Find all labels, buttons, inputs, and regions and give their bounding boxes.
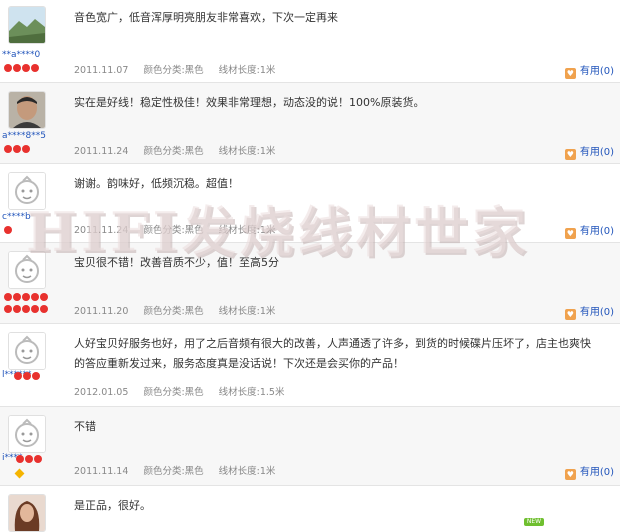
review-length: 线材长度:1米 <box>218 306 276 317</box>
thumbs-up-icon: ♥ <box>564 68 576 79</box>
useful-button[interactable]: ♥ 有用(0) <box>564 303 614 320</box>
review-meta: 2011.11.07 颜色分类:黑色 线材长度:1米 <box>74 62 287 76</box>
reviewer-rank-diamond <box>4 467 64 479</box>
useful-label: 有用(0) <box>579 307 614 318</box>
useful-label: 有用(0) <box>579 147 614 158</box>
review-content: 音色宽广，低音浑厚明亮朋友非常喜欢，下次一定再来 <box>74 11 338 24</box>
review-color: 颜色分类:黑色 <box>143 225 204 236</box>
review-length: 线材长度:1米 <box>218 146 276 157</box>
avatar[interactable] <box>8 251 46 289</box>
thumbs-up-icon: ♥ <box>564 469 576 480</box>
useful-label: 有用(0) <box>579 66 614 77</box>
avatar[interactable] <box>8 415 46 453</box>
thumbs-up-icon: ♥ <box>564 309 576 320</box>
review-date: 2011.11.14 <box>74 466 129 477</box>
review-content: 人好宝贝好服务也好，用了之后音频有很大的改善，人声通透了许多，到货的时候碟片压坏… <box>74 337 591 370</box>
avatar[interactable] <box>8 332 46 370</box>
review-row: i**** 不错 2011.11.14 颜色分类:黑色 线材长度:1米 ♥ 有用(… <box>0 407 620 486</box>
review-color: 颜色分类:黑色 <box>143 65 204 76</box>
review-date: 2012.01.05 <box>74 387 129 398</box>
review-date: 2011.11.24 <box>74 146 129 157</box>
review-length: 线材长度:1米 <box>218 225 276 236</box>
avatar[interactable] <box>8 494 46 532</box>
review-date: 2011.11.20 <box>74 306 129 317</box>
review-row: c****b 谢谢。韵味好，低频沉稳。超值！ 2011.11.24 颜色分类:黑… <box>0 164 620 243</box>
review-content: 实在是好线！稳定性极佳！效果非常理想，动态没的说！100%原装货。 <box>74 96 425 109</box>
reviewer-rank <box>4 305 64 315</box>
review-content: 宝贝很不错！改善音质不少，值！至高5分 <box>74 256 279 269</box>
reviewer-rank <box>16 455 76 465</box>
reviewer-rank <box>4 293 64 303</box>
review-color: 颜色分类:黑色 <box>143 306 204 317</box>
review-length: 线材长度:1.5米 <box>218 387 285 398</box>
review-row: **a****0 音色宽广，低音浑厚明亮朋友非常喜欢，下次一定再来 2011.1… <box>0 0 620 83</box>
thumbs-up-icon: ♥ <box>564 149 576 160</box>
reviewer-rank <box>4 145 64 155</box>
review-date: 2011.11.07 <box>74 65 129 76</box>
review-meta: 2011.11.24 颜色分类:黑色 线材长度:1米 <box>74 222 287 236</box>
review-row: a****8**5 实在是好线！稳定性极佳！效果非常理想，动态没的说！100%原… <box>0 83 620 164</box>
review-meta: 2011.11.14 颜色分类:黑色 线材长度:1米 <box>74 463 287 477</box>
review-content: 不错 <box>74 420 96 433</box>
reviewer-rank <box>4 226 64 236</box>
useful-label: 有用(0) <box>579 467 614 478</box>
avatar[interactable] <box>8 172 46 210</box>
avatar[interactable] <box>8 6 46 44</box>
review-color: 颜色分类:黑色 <box>143 466 204 477</box>
review-row: l****** 人好宝贝好服务也好，用了之后音频有很大的改善，人声通透了许多，到… <box>0 324 620 407</box>
review-color: 颜色分类:黑色 <box>143 387 204 398</box>
useful-button[interactable]: ♥ 有用(0) <box>564 143 614 160</box>
review-length: 线材长度:1米 <box>218 466 276 477</box>
review-length: 线材长度:1米 <box>218 65 276 76</box>
review-meta: 2012.01.05 颜色分类:黑色 线材长度:1.5米 <box>74 384 296 398</box>
reviewer-name[interactable]: **a****0 <box>2 50 60 64</box>
review-content: 是正品，很好。 <box>74 499 151 512</box>
review-color: 颜色分类:黑色 <box>143 146 204 157</box>
review-meta: 2011.11.20 颜色分类:黑色 线材长度:1米 <box>74 303 287 317</box>
useful-label: 有用(0) <box>579 226 614 237</box>
useful-button[interactable]: ♥ 有用(0) <box>564 463 614 480</box>
useful-button[interactable]: ♥ 有用(0) <box>564 222 614 239</box>
reviewer-rank <box>14 372 74 382</box>
avatar[interactable] <box>8 91 46 129</box>
review-content: 谢谢。韵味好，低频沉稳。超值！ <box>74 177 239 190</box>
reviewer-rank <box>4 64 64 74</box>
review-row: 宝贝很不错！改善音质不少，值！至高5分 2011.11.20 颜色分类:黑色 线… <box>0 243 620 324</box>
review-meta: 2011.11.24 颜色分类:黑色 线材长度:1米 <box>74 143 287 157</box>
thumbs-up-icon: ♥ <box>564 228 576 239</box>
review-date: 2011.11.24 <box>74 225 129 236</box>
useful-button[interactable]: ♥ 有用(0) <box>564 62 614 79</box>
reviewer-name[interactable]: a****8**5 <box>2 131 60 145</box>
new-badge: NEW <box>524 518 544 526</box>
reviewer-name[interactable]: c****b <box>2 212 60 226</box>
